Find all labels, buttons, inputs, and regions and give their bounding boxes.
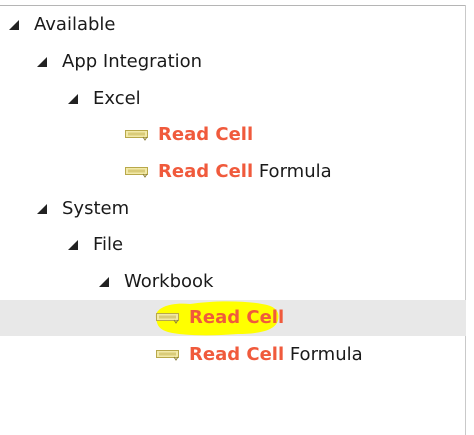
tree-node-workbook[interactable]: Workbook bbox=[0, 264, 466, 300]
tree-node-file[interactable]: File bbox=[0, 227, 466, 263]
highlighted-item: Read Cell bbox=[155, 301, 284, 336]
search-match-text: Read Cell bbox=[189, 307, 285, 328]
expanded-triangle-icon[interactable] bbox=[34, 54, 50, 70]
activity-tag-icon bbox=[125, 129, 149, 141]
activity-tag-icon bbox=[156, 349, 180, 361]
activities-tree-panel: Available App Integration Excel Read Cel… bbox=[0, 0, 466, 435]
tree-item-excel-read-cell[interactable]: Read Cell bbox=[0, 117, 466, 153]
search-match-text: Read Cell bbox=[158, 161, 254, 182]
tree-node-app-integration[interactable]: App Integration bbox=[0, 44, 466, 80]
panel-top-border bbox=[0, 5, 466, 6]
tree-node-excel[interactable]: Excel bbox=[0, 81, 466, 117]
tree-node-system[interactable]: System bbox=[0, 191, 466, 227]
expanded-triangle-icon[interactable] bbox=[65, 237, 81, 253]
tree-node-label: Excel bbox=[93, 88, 141, 109]
tree-node-label: Available bbox=[34, 14, 116, 35]
tree-item-workbook-read-cell[interactable]: Read Cell bbox=[0, 300, 466, 336]
tree-node-available[interactable]: Available bbox=[0, 7, 466, 43]
tree-item-workbook-read-cell-formula[interactable]: Read Cell Formula bbox=[0, 337, 466, 373]
expanded-triangle-icon[interactable] bbox=[65, 91, 81, 107]
activity-tag-icon bbox=[156, 312, 180, 324]
expanded-triangle-icon[interactable] bbox=[6, 17, 22, 33]
expanded-triangle-icon[interactable] bbox=[96, 274, 112, 290]
search-match-text: Read Cell bbox=[158, 124, 254, 145]
tree-node-label: App Integration bbox=[62, 51, 203, 72]
tree-node-label: System bbox=[62, 198, 130, 219]
tree-item-label: Read Cell Formula bbox=[189, 344, 363, 366]
expanded-triangle-icon[interactable] bbox=[34, 201, 50, 217]
item-text-rest: Formula bbox=[253, 161, 332, 182]
tree-item-label: Read Cell Formula bbox=[158, 161, 332, 183]
search-match-text: Read Cell bbox=[189, 344, 285, 365]
item-text-rest: Formula bbox=[284, 344, 363, 365]
tree-node-label: File bbox=[93, 234, 124, 255]
tree-item-label: Read Cell bbox=[189, 307, 284, 329]
activity-tag-icon bbox=[125, 166, 149, 178]
tree-item-excel-read-cell-formula[interactable]: Read Cell Formula bbox=[0, 154, 466, 190]
tree-item-label: Read Cell bbox=[158, 124, 253, 146]
tree-node-label: Workbook bbox=[124, 271, 214, 292]
